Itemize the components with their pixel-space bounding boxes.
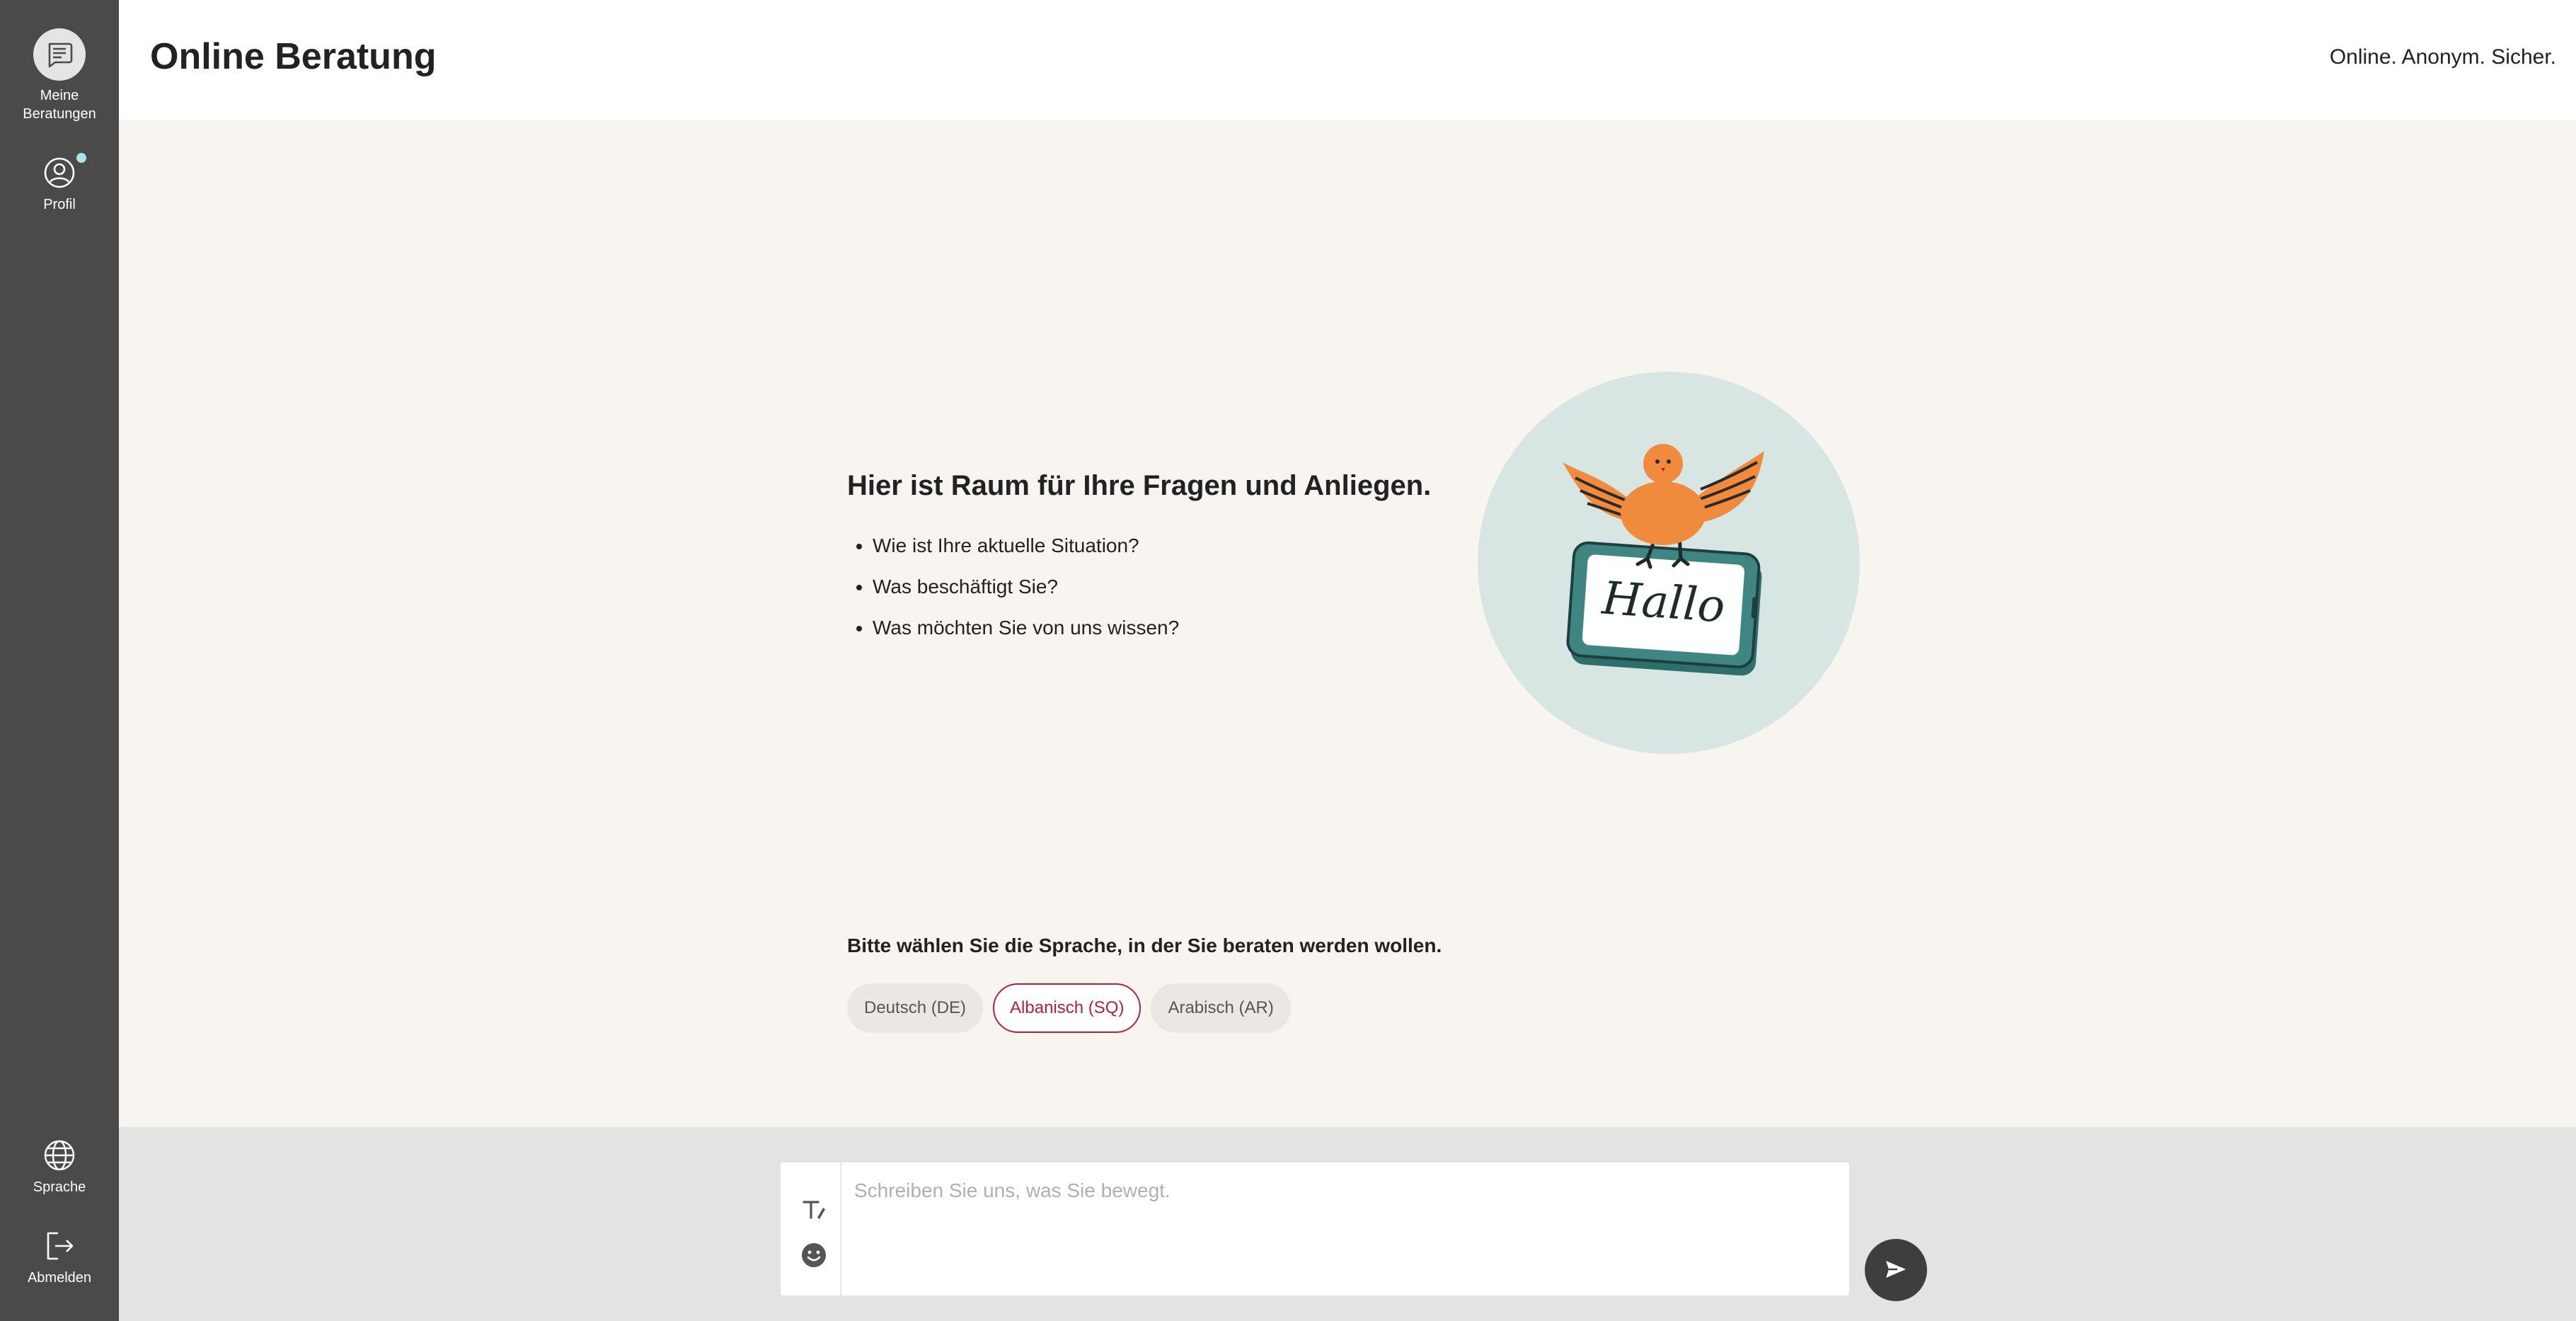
intro-heading: Hier ist Raum für Ihre Fragen und Anlieg… [847, 470, 1432, 501]
intro-question: Was beschäftigt Sie? [873, 566, 1179, 607]
emoji-icon[interactable] [800, 1242, 827, 1269]
notification-dot [76, 153, 86, 163]
page-title: Online Beratung [150, 36, 437, 77]
language-option-ar[interactable]: Arabisch (AR) [1151, 983, 1291, 1033]
composer-toolbar [781, 1162, 841, 1296]
send-button[interactable] [1865, 1239, 1927, 1301]
sidebar-item-sprache[interactable]: Sprache [0, 1138, 119, 1196]
header-claim: Online. Anonym. Sicher. [2329, 45, 2556, 69]
main-content: Hier ist Raum für Ihre Fragen und Anlieg… [119, 120, 2576, 1127]
hallo-bird-illustration: Hallo [1478, 372, 1860, 754]
language-option-sq[interactable]: Albanisch (SQ) [993, 983, 1142, 1033]
header: Online Beratung Online. Anonym. Sicher. [119, 0, 2576, 120]
sidebar-item-label: Beratungen [23, 106, 96, 122]
intro-question: Wie ist Ihre aktuelle Situation? [873, 525, 1179, 566]
logout-icon [42, 1229, 76, 1263]
sidebar: Meine Beratungen Profil Sprache Abmelden [0, 0, 119, 1321]
language-option-de[interactable]: Deutsch (DE) [847, 983, 984, 1033]
sidebar-item-profil[interactable]: Profil [0, 153, 119, 214]
sidebar-item-label: Abmelden [27, 1270, 92, 1286]
message-input[interactable] [843, 1162, 1848, 1296]
sidebar-item-label: Meine [40, 88, 79, 103]
send-icon [1882, 1255, 1910, 1286]
text-format-icon[interactable] [800, 1196, 827, 1223]
message-composer-bar [119, 1127, 2576, 1321]
language-options: Deutsch (DE) Albanisch (SQ) Arabisch (AR… [847, 983, 1291, 1033]
sidebar-item-meine-beratungen[interactable]: Meine Beratungen [0, 28, 119, 123]
sidebar-item-label: Profil [43, 197, 76, 212]
intro-question-list: Wie ist Ihre aktuelle Situation? Was bes… [847, 525, 1179, 648]
illustration-hallo-text: Hallo [1600, 572, 1727, 633]
user-circle-icon [42, 153, 86, 190]
globe-icon [42, 1138, 76, 1172]
language-prompt: Bitte wählen Sie die Sprache, in der Sie… [847, 934, 1442, 956]
message-composer [781, 1162, 1849, 1296]
sidebar-item-label: Sprache [33, 1179, 86, 1195]
sidebar-item-abmelden[interactable]: Abmelden [0, 1229, 119, 1287]
chat-list-icon [33, 28, 86, 81]
intro-question: Was möchten Sie von uns wissen? [873, 607, 1179, 648]
